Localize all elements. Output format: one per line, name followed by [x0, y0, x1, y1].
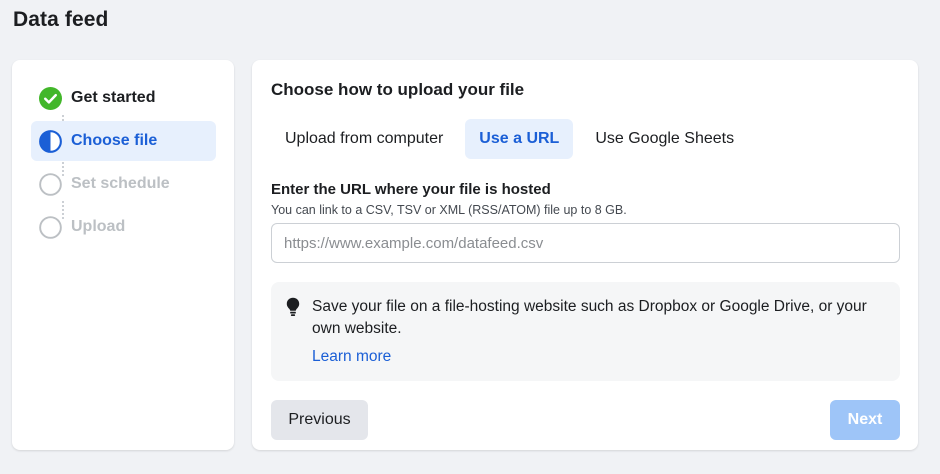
- previous-button[interactable]: Previous: [271, 400, 368, 440]
- step-choose-file[interactable]: Choose file: [31, 121, 216, 161]
- step-label: Choose file: [71, 132, 158, 149]
- next-button[interactable]: Next: [830, 400, 900, 440]
- empty-circle-icon: [39, 215, 62, 239]
- page-title: Data feed: [13, 8, 109, 31]
- step-label: Get started: [71, 89, 156, 106]
- step-set-schedule: Set schedule: [31, 164, 216, 204]
- lightbulb-icon: [286, 297, 300, 316]
- steps-card: Get started Choose file Set schedule Upl…: [12, 60, 234, 450]
- step-label: Upload: [71, 218, 126, 235]
- url-input[interactable]: [271, 223, 900, 263]
- step-get-started[interactable]: Get started: [31, 78, 216, 118]
- check-circle-icon: [39, 86, 62, 110]
- info-box: Save your file on a file-hosting website…: [271, 282, 900, 381]
- tab-use-a-url[interactable]: Use a URL: [465, 119, 574, 159]
- info-text: Save your file on a file-hosting website…: [312, 298, 867, 337]
- upload-method-card: Choose how to upload your file Upload fr…: [252, 60, 918, 450]
- upload-method-tabs: Upload from computer Use a URL Use Googl…: [271, 119, 748, 159]
- step-upload: Upload: [31, 207, 216, 247]
- url-field-label: Enter the URL where your file is hosted: [271, 181, 551, 198]
- step-label: Set schedule: [71, 175, 170, 192]
- url-field-help: You can link to a CSV, TSV or XML (RSS/A…: [271, 203, 627, 217]
- half-circle-icon: [39, 129, 62, 153]
- tab-upload-from-computer[interactable]: Upload from computer: [271, 119, 457, 159]
- card-heading: Choose how to upload your file: [271, 80, 525, 99]
- tab-use-google-sheets[interactable]: Use Google Sheets: [581, 119, 748, 159]
- empty-circle-icon: [39, 172, 62, 196]
- learn-more-link[interactable]: Learn more: [312, 348, 391, 366]
